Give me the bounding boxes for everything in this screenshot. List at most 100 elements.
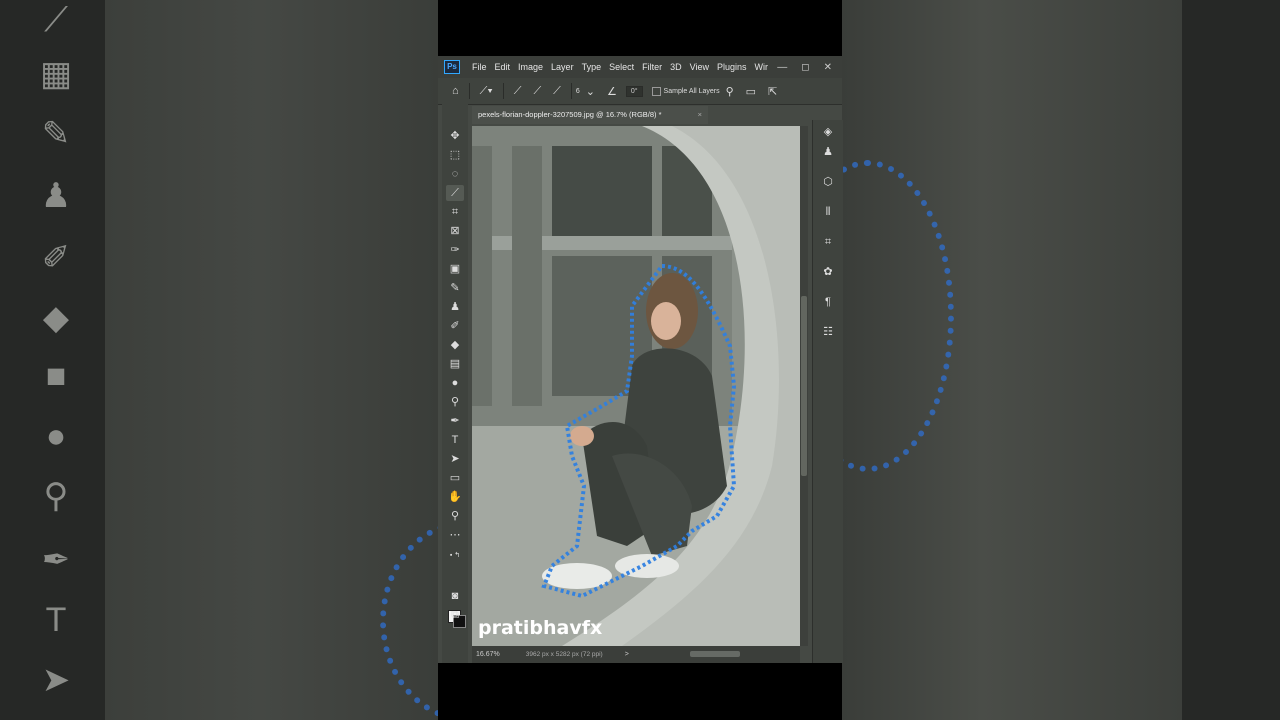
close-tab-icon[interactable]: ×	[698, 106, 702, 124]
subtract-selection-icon[interactable]: ⟋	[553, 85, 561, 98]
bg-chip-icon: ▦	[39, 55, 73, 93]
quick-mask-icon[interactable]: ◙	[446, 588, 464, 604]
menu-file[interactable]: File	[468, 62, 491, 72]
bg-selection-outline	[380, 520, 438, 720]
bg-brush-icon: ✎	[41, 115, 71, 153]
canvas[interactable]	[472, 126, 800, 646]
eyedropper-icon[interactable]: ✑	[446, 242, 464, 258]
background-left-blur: ⟋ ▦ ✎ ♟ ✐ ◆ ■ ● ⚲ ✒ T ➤	[0, 0, 438, 720]
photo	[472, 126, 800, 646]
move-icon[interactable]: ✥	[446, 128, 464, 144]
status-bar: 16.67% 3962 px x 5282 px (72 ppi) >	[472, 646, 800, 663]
frame-icon[interactable]: ⊠	[446, 223, 464, 239]
stamp-icon[interactable]: ♟	[446, 299, 464, 315]
zoom-icon[interactable]: ⚲	[446, 508, 464, 524]
paragraph-icon[interactable]: ¶	[819, 294, 837, 310]
add-selection-icon[interactable]: ⟋	[533, 85, 541, 98]
menu-edit[interactable]: Edit	[491, 62, 515, 72]
document-tab-title: pexels-florian-doppler-3207509.jpg @ 16.…	[478, 110, 662, 119]
menu-3d[interactable]: 3D	[666, 62, 686, 72]
crop-icon[interactable]: ⌗	[446, 204, 464, 220]
layers-icon[interactable]: ◈	[819, 124, 837, 140]
bg-cursor-icon: ➤	[41, 661, 71, 699]
select-subject-icon[interactable]: ▭	[746, 85, 756, 98]
type-icon[interactable]: T	[446, 432, 464, 448]
healing-icon[interactable]: ▣	[446, 261, 464, 277]
document-dimensions: 3962 px x 5282 px (72 ppi)	[525, 651, 603, 658]
screen-mode-icon[interactable]: ⧉	[446, 607, 464, 623]
quick-selection-icon[interactable]: ⟋	[446, 185, 464, 201]
search-icon[interactable]: ⚲	[726, 85, 734, 98]
bg-stamp-icon: ♟	[40, 177, 72, 215]
sample-all-layers-label: Sample All Layers	[663, 87, 720, 95]
options-bar: ⌂ ⟋▾ ⟋ ⟋ ⟋ 6 ⌄ ∠ 0° Sample All Layers ⚲ …	[438, 78, 842, 105]
zoom-level[interactable]: 16.67%	[476, 651, 500, 658]
hand-icon[interactable]: ✋	[446, 489, 464, 505]
phone-frame: Ps File Edit Image Layer Type Select Fil…	[438, 0, 843, 720]
history-brush-icon[interactable]: ✐	[446, 318, 464, 334]
brush-size-value[interactable]: 6	[576, 88, 580, 95]
menu-type[interactable]: Type	[578, 62, 606, 72]
bg-eraser-icon: ◆	[42, 299, 70, 337]
window-controls: — ◻ ✕	[777, 56, 832, 78]
lasso-icon[interactable]: ◌	[446, 166, 464, 182]
bg-selection-outline-right	[842, 160, 954, 472]
marquee-icon[interactable]: ⬚	[446, 147, 464, 163]
menu-select[interactable]: Select	[605, 62, 638, 72]
quick-selection-preset-icon[interactable]: ⟋▾	[480, 85, 493, 98]
new-selection-icon[interactable]: ⟋	[514, 85, 522, 98]
libraries-icon[interactable]: ⫴	[819, 204, 837, 220]
bg-history-brush-icon: ✐	[41, 239, 71, 277]
menu-layer[interactable]: Layer	[547, 62, 578, 72]
eraser-icon[interactable]: ◆	[446, 337, 464, 353]
dodge-icon[interactable]: ⚲	[446, 394, 464, 410]
background-right-blur: ✿ ¶ ☷	[842, 0, 1280, 720]
menu-filter[interactable]: Filter	[638, 62, 666, 72]
menu-plugins[interactable]: Plugins	[713, 62, 751, 72]
chevron-down-icon[interactable]: ⌄	[586, 85, 595, 98]
angle-icon: ∠	[606, 85, 617, 98]
gradient-icon[interactable]: ▤	[446, 356, 464, 372]
tools-panel: ✥ ⬚ ◌ ⟋ ⌗ ⊠ ✑ ▣ ✎ ♟ ✐ ◆ ▤ ● ⚲ ✒ T ➤ ▭ ✋ …	[442, 104, 468, 663]
menu-image[interactable]: Image	[514, 62, 547, 72]
maximize-button[interactable]: ◻	[801, 62, 809, 73]
horizontal-scrollbar[interactable]	[690, 651, 740, 657]
photoshop-window: Ps File Edit Image Layer Type Select Fil…	[438, 56, 843, 663]
color-icon[interactable]: ✿	[819, 264, 837, 280]
3d-icon[interactable]: ⬡	[819, 174, 837, 190]
background-panel: ✿ ¶ ☷	[1182, 0, 1280, 720]
watermark: pratibhavfx	[478, 617, 603, 639]
sample-all-layers-checkbox[interactable]	[651, 86, 661, 96]
bg-eyedropper-icon: ⟋	[44, 1, 68, 39]
bg-dodge-icon: ⚲	[43, 477, 69, 515]
path-select-icon[interactable]: ➤	[446, 451, 464, 467]
bg-gradient-icon: ■	[45, 357, 67, 395]
ps-logo: Ps	[444, 60, 460, 74]
learn-icon[interactable]: ♟	[819, 144, 837, 160]
close-button[interactable]: ✕	[824, 62, 832, 73]
bg-type-icon: T	[45, 601, 67, 639]
menu-view[interactable]: View	[686, 62, 713, 72]
vertical-scrollbar[interactable]	[800, 126, 808, 646]
document-tab[interactable]: pexels-florian-doppler-3207509.jpg @ 16.…	[472, 106, 708, 124]
minimize-button[interactable]: —	[777, 62, 787, 73]
adjustments-icon[interactable]: ☷	[819, 324, 837, 340]
pen-icon[interactable]: ✒	[446, 413, 464, 429]
right-panel-dock: ◈ ♟ ⬡ ⫴ ⌗ ✿ ¶ ☷	[812, 120, 843, 663]
brush-icon[interactable]: ✎	[446, 280, 464, 296]
blur-icon[interactable]: ●	[446, 375, 464, 391]
photo-illustration	[472, 126, 800, 646]
menu-window[interactable]: Wir	[751, 62, 773, 72]
bg-blur-icon: ●	[45, 417, 67, 455]
swap-colors-icon[interactable]: ▪ ↰	[446, 548, 464, 564]
bg-pen-icon: ✒	[41, 541, 71, 579]
menu-bar: Ps File Edit Image Layer Type Select Fil…	[438, 56, 842, 78]
properties-icon[interactable]: ⌗	[819, 234, 837, 250]
share-icon[interactable]: ⇱	[768, 85, 777, 98]
rectangle-icon[interactable]: ▭	[446, 470, 464, 486]
status-nav-icon[interactable]: >	[625, 651, 629, 658]
home-icon[interactable]: ⌂	[452, 85, 459, 97]
angle-input[interactable]: 0°	[625, 85, 643, 97]
background-toolbar: ⟋ ▦ ✎ ♟ ✐ ◆ ■ ● ⚲ ✒ T ➤	[0, 0, 105, 720]
more-icon[interactable]: ⋯	[446, 527, 464, 543]
